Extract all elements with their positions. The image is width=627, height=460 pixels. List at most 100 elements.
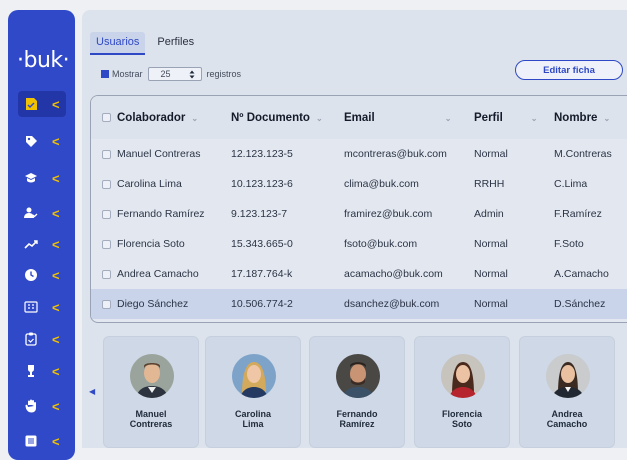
registros-label: registros [206,69,242,79]
clock-icon [22,266,40,284]
sidebar-item-requests[interactable]: < [18,326,66,352]
card-name: Andrea Camacho [546,409,588,429]
checkbox[interactable] [102,149,111,159]
chevron-left-icon: < [52,170,60,186]
sidebar-item-recognition[interactable]: < [18,358,66,384]
user-card[interactable]: Florencia Soto [414,336,510,448]
avatar [546,354,590,398]
user-check-icon [22,204,40,222]
sidebar-item-users[interactable]: < [18,200,66,226]
table-row[interactable]: Andrea Camacho 17.187.764-k acamacho@buk… [91,259,627,289]
checkbox[interactable] [102,269,111,279]
chevron-left-icon: < [52,299,60,315]
cell-colaborador: Diego Sánchez [117,289,231,319]
edit-profile-button[interactable]: Editar ficha [515,60,623,80]
table-row[interactable]: Carolina Lima 10.123.123-6 clima@buk.com… [91,169,627,199]
carousel-prev-icon[interactable]: ◀ [89,387,95,396]
chevron-left-icon: < [52,331,60,347]
header-colaborador-label: Colaborador [117,111,186,124]
checkbox[interactable] [102,113,111,122]
cell-documento: 17.187.764-k [231,268,293,280]
hand-icon [22,397,40,415]
sidebar-item-documents[interactable]: < [18,91,66,117]
cell-perfil: Normal [474,289,554,319]
sort-icon: ⌄ [315,113,323,123]
cell-email: fsoto@buk.com [344,238,418,250]
chevron-left-icon: < [52,433,60,449]
sort-icon: ⌄ [191,113,199,123]
tag-icon [22,132,40,150]
checkbox[interactable] [102,299,111,309]
sidebar-item-training[interactable]: < [18,165,66,191]
page-size-select[interactable]: 25 [147,67,202,81]
cell-documento: 10.123.123-6 [231,178,293,190]
cell-documento: 12.123.123-5 [231,148,293,160]
header-colaborador[interactable]: Colaborador ⌄ [117,96,231,139]
page-size-value: 25 [160,69,171,79]
cell-nombre: M.Contreras [554,148,612,160]
cell-nombre: F.Soto [554,238,584,250]
page-size-control: Mostrar 25 registros [101,67,241,81]
tabs: Usuarios Perfiles [90,32,200,55]
avatar [232,354,276,398]
table-row-selected[interactable]: Diego Sánchez 10.506.774-2 dsanchez@buk.… [91,289,627,319]
sidebar-item-performance[interactable]: < [18,231,66,257]
select-arrows-icon [189,70,195,78]
table-row[interactable]: Fernando Ramírez 9.123.123-7 framirez@bu… [91,199,627,229]
cell-perfil: Normal [474,268,508,280]
checkbox-square-icon [101,70,109,78]
cell-nombre: C.Lima [554,178,588,190]
chevron-left-icon: < [52,205,60,221]
cell-nombre: F.Ramírez [554,208,602,220]
cell-perfil: Admin [474,208,504,220]
header-select-all[interactable] [91,96,117,139]
avatar [130,354,174,398]
sidebar-item-tags[interactable]: < [18,128,66,154]
sidebar-item-attendance[interactable]: < [18,262,66,288]
header-documento[interactable]: Nº Documento ⌄ [231,96,344,139]
cell-perfil: RRHH [474,178,505,190]
tab-usuarios[interactable]: Usuarios [90,32,146,55]
card-name: Florencia Soto [441,409,482,429]
header-perfil[interactable]: Perfil ⌄ [474,96,554,139]
tab-perfiles[interactable]: Perfiles [151,32,200,55]
user-card[interactable]: Fernando Ramírez [309,336,405,448]
header-perfil-label: Perfil [474,111,503,124]
table-row[interactable]: Manuel Contreras 12.123.123-5 mcontreras… [91,139,627,169]
user-card[interactable]: Andrea Camacho [519,336,615,448]
header-email[interactable]: Email ⌄ [344,96,474,139]
trophy-icon [22,362,40,380]
cell-colaborador: Fernando Ramírez [117,208,205,220]
checkbox[interactable] [102,239,111,249]
sidebar-item-attendance-mark[interactable]: < [18,393,66,419]
sidebar-item-payroll[interactable]: < [18,294,66,320]
sidebar: ·buk· < < < < < < < < < < < [8,10,75,460]
sidebar-item-reports[interactable]: < [18,428,66,454]
document-icon [22,95,40,113]
avatar [441,354,485,398]
sort-icon: ⌄ [603,113,611,123]
cell-perfil: Normal [474,148,508,160]
sort-icon: ⌄ [444,113,452,123]
cell-colaborador: Carolina Lima [117,178,182,190]
cell-documento: 9.123.123-7 [231,208,288,220]
user-card[interactable]: Manuel Contreras [103,336,199,448]
cell-perfil: Normal [474,238,508,250]
users-table: Colaborador ⌄ Nº Documento ⌄ Email ⌄ Perfil… [90,95,627,323]
cell-documento: 10.506.774-2 [231,289,344,319]
cell-email: dsanchez@buk.com [344,289,474,319]
table-row[interactable]: Florencia Soto 15.343.665-0 fsoto@buk.co… [91,229,627,259]
checkbox[interactable] [102,209,111,219]
calculator-icon [22,298,40,316]
user-card[interactable]: Carolina Lima [205,336,301,448]
cell-email: framirez@buk.com [344,208,433,220]
checkbox[interactable] [102,179,111,189]
chevron-left-icon: < [52,398,60,414]
buk-logo: ·buk· [17,48,70,73]
header-nombre[interactable]: Nombre ⌄ [554,96,627,139]
chevron-left-icon: < [52,236,60,252]
cell-nombre: D.Sánchez [554,289,627,319]
list-icon [22,432,40,450]
card-name: Manuel Contreras [129,409,173,429]
table-header-row: Colaborador ⌄ Nº Documento ⌄ Email ⌄ Perfil… [91,96,627,139]
